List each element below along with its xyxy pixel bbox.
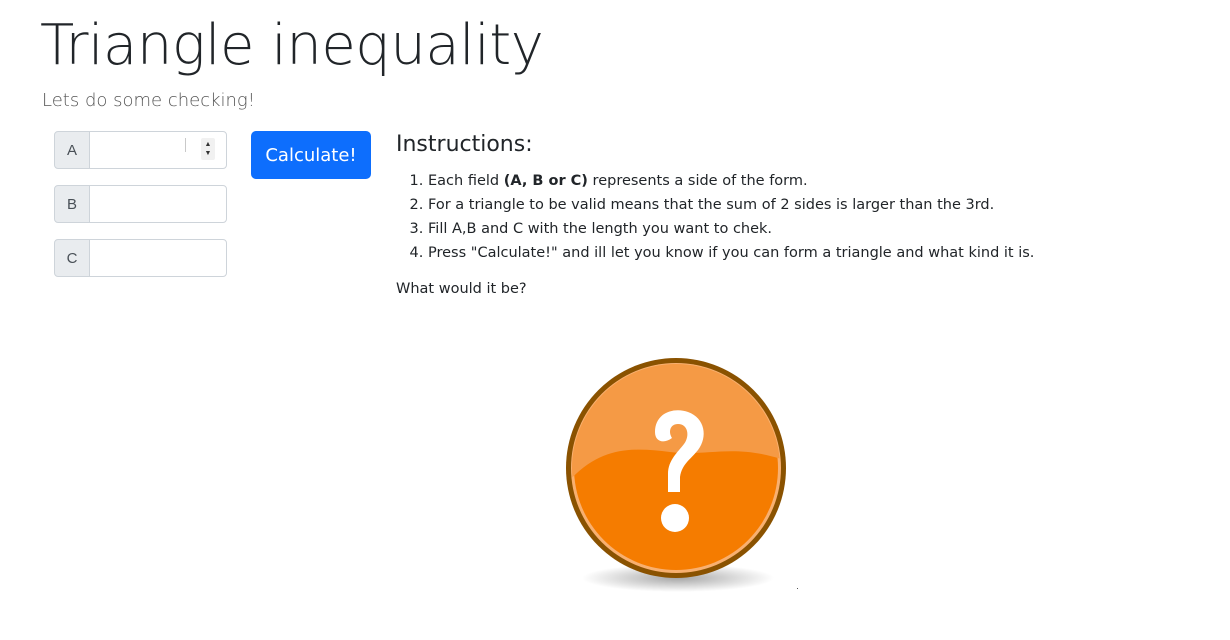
side-a-field-wrap: ▲ ▼ (89, 131, 227, 169)
text-cursor-icon (185, 138, 186, 152)
instruction-bold-text: (A, B or C) (503, 173, 588, 189)
stray-pixel (797, 588, 798, 589)
calculate-button[interactable]: Calculate! (251, 131, 371, 179)
instructions-list: Each field (A, B or C) represents a side… (396, 169, 1034, 265)
side-c-group: C (54, 239, 227, 277)
result-question: What would it be? (396, 281, 527, 297)
question-mark-icon (566, 358, 786, 592)
instruction-item: For a triangle to be valid means that th… (428, 193, 1034, 217)
instruction-item: Press "Calculate!" and ill let you know … (428, 241, 1034, 265)
instruction-text: represents a side of the form. (587, 173, 808, 189)
side-c-label: C (54, 239, 90, 277)
side-b-input[interactable] (89, 185, 227, 223)
instruction-item: Fill A,B and C with the length you want … (428, 217, 1034, 241)
side-a-group: A ▲ ▼ (54, 131, 227, 169)
side-b-field-wrap (89, 185, 227, 223)
page-title: Triangle inequality (40, 13, 544, 78)
side-a-label: A (54, 131, 90, 169)
page-subtitle: Lets do some checking! (42, 90, 255, 111)
side-c-input[interactable] (89, 239, 227, 277)
spinner-down-icon[interactable]: ▼ (205, 149, 212, 158)
spinner-up-icon[interactable]: ▲ (205, 140, 212, 149)
instructions-heading: Instructions: (396, 132, 533, 157)
instruction-text: Each field (428, 173, 504, 189)
page: Triangle inequality Lets do some checkin… (0, 0, 1230, 640)
side-c-field-wrap (89, 239, 227, 277)
side-b-label: B (54, 185, 90, 223)
instruction-item: Each field (A, B or C) represents a side… (428, 169, 1034, 193)
side-b-group: B (54, 185, 227, 223)
number-spinner[interactable]: ▲ ▼ (201, 138, 215, 160)
